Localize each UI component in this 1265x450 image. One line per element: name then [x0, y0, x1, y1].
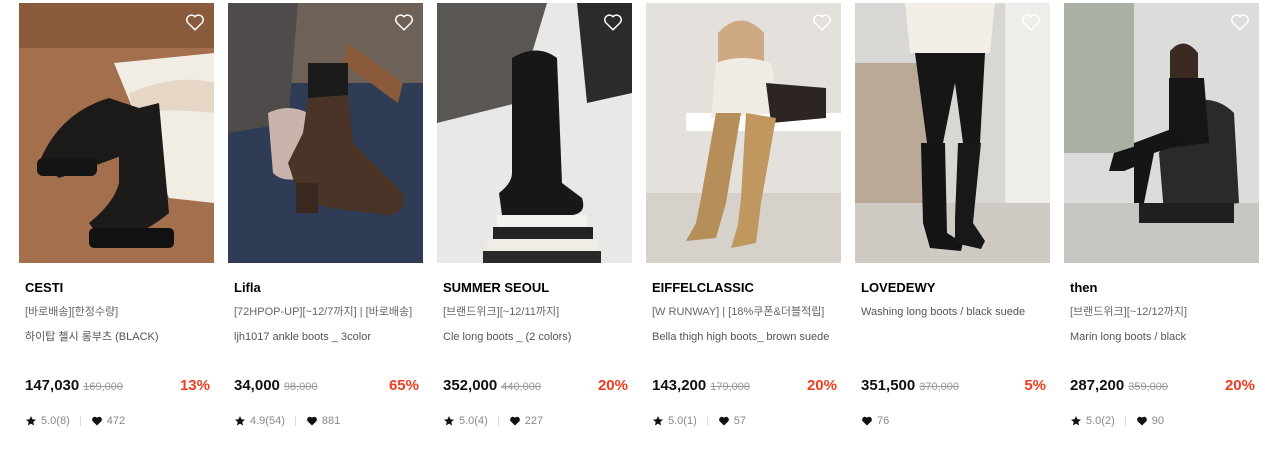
original-price: 370,000 — [919, 381, 959, 393]
heart-filled-icon — [862, 416, 872, 426]
discount-rate: 20% — [806, 377, 837, 394]
heart-filled-icon — [1136, 416, 1147, 426]
product-photo — [437, 3, 632, 263]
product-card[interactable]: then [브랜드위크][~12/12까지] Marin long boots … — [1064, 3, 1259, 427]
product-photo — [19, 3, 214, 263]
rating-text: 5.0(2) — [1086, 415, 1115, 427]
price-row: 34,000 98,000 65% — [234, 377, 419, 397]
brand-name[interactable]: then — [1064, 280, 1259, 296]
wishlist-heart-icon[interactable] — [1229, 11, 1251, 33]
original-price: 169,000 — [83, 381, 123, 393]
wishlist-heart-icon[interactable] — [811, 11, 833, 33]
discount-rate: 20% — [597, 377, 628, 394]
wishlist-heart-icon[interactable] — [393, 11, 415, 33]
discount-rate: 20% — [1224, 377, 1255, 394]
sale-price: 34,000 — [234, 377, 280, 394]
product-card[interactable]: CESTI [바로배송][한정수량] 하이탑 첼시 롱부츠 (BLACK) 14… — [19, 3, 214, 427]
meta-divider — [497, 416, 499, 426]
review-meta: 5.0(1) 57 — [652, 413, 746, 429]
original-price: 179,000 — [710, 381, 750, 393]
heart-filled-icon — [718, 416, 729, 426]
meta-divider — [1124, 416, 1126, 426]
rating-text: 5.0(8) — [41, 415, 70, 427]
product-photo — [855, 3, 1050, 263]
brand-name[interactable]: LOVEDEWY — [855, 280, 1050, 296]
wishlist-heart-icon[interactable] — [602, 11, 624, 33]
product-name[interactable]: Bella thigh high boots_ brown suede — [646, 330, 841, 360]
like-count: 472 — [106, 415, 126, 427]
sale-price: 351,500 — [861, 377, 916, 394]
product-image[interactable] — [19, 3, 214, 263]
product-photo — [1064, 3, 1259, 263]
price-row: 351,500 370,000 5% — [861, 377, 1046, 397]
star-icon — [26, 416, 36, 426]
rating-text: 5.0(1) — [668, 415, 697, 427]
price-row: 287,200 359,000 20% — [1070, 377, 1255, 397]
like-count: 227 — [524, 415, 544, 427]
promo-tag: [바로배송][한정수량] — [25, 306, 119, 318]
meta-divider — [706, 416, 708, 426]
heart-filled-icon — [509, 416, 520, 426]
sale-price: 287,200 — [1070, 377, 1125, 394]
heart-filled-icon — [91, 416, 102, 426]
product-card[interactable]: EIFFELCLASSIC [W RUNWAY] | [18%쿠폰&더블적립] … — [646, 3, 841, 427]
sale-price: 143,200 — [652, 377, 707, 394]
product-name[interactable]: 하이탑 첼시 롱부츠 (BLACK) — [19, 330, 214, 360]
star-icon — [444, 416, 454, 426]
product-image[interactable] — [646, 3, 841, 263]
wishlist-heart-icon[interactable] — [1020, 11, 1042, 33]
price-row: 143,200 179,000 20% — [652, 377, 837, 397]
product-card[interactable]: Lifla [72HPOP-UP][~12/7까지] | [바로배송] ljh1… — [228, 3, 423, 427]
star-icon — [235, 416, 245, 426]
review-meta: 76 — [861, 413, 889, 429]
price-row: 352,000 440,000 20% — [443, 377, 628, 397]
discount-rate: 65% — [388, 377, 419, 394]
sale-price: 352,000 — [443, 377, 498, 394]
price-row: 147,030 169,000 13% — [25, 377, 210, 397]
like-count: 90 — [1151, 415, 1164, 427]
product-image[interactable] — [437, 3, 632, 263]
like-count: 881 — [321, 415, 341, 427]
product-name[interactable]: Cle long boots _ (2 colors) — [437, 330, 632, 360]
heart-filled-icon — [306, 416, 317, 426]
sale-price: 147,030 — [25, 377, 80, 394]
discount-rate: 5% — [1024, 377, 1046, 394]
star-icon — [1071, 416, 1081, 426]
product-name[interactable]: Marin long boots / black — [1064, 330, 1259, 360]
product-image[interactable] — [855, 3, 1050, 263]
product-photo — [228, 3, 423, 263]
promo-tag: [브랜드위크][~12/12까지] — [1070, 306, 1188, 318]
brand-name[interactable]: SUMMER SEOUL — [437, 280, 632, 296]
product-name[interactable]: ljh1017 ankle boots _ 3color — [228, 330, 423, 360]
original-price: 98,000 — [283, 381, 318, 393]
original-price: 359,000 — [1128, 381, 1168, 393]
product-image[interactable] — [1064, 3, 1259, 263]
review-meta: 5.0(4) 227 — [443, 413, 543, 429]
product-grid: CESTI [바로배송][한정수량] 하이탑 첼시 롱부츠 (BLACK) 14… — [19, 3, 1259, 427]
original-price: 440,000 — [501, 381, 541, 393]
star-icon — [653, 416, 663, 426]
promo-tag: [W RUNWAY] | [18%쿠폰&더블적립] — [652, 306, 825, 318]
wishlist-heart-icon[interactable] — [184, 11, 206, 33]
product-image[interactable] — [228, 3, 423, 263]
product-name[interactable]: Washing long boots / black suede — [855, 305, 1050, 335]
review-meta: 5.0(8) 472 — [25, 413, 125, 429]
promo-tag: [브랜드위크][~12/11까지] — [443, 306, 560, 318]
review-meta: 5.0(2) 90 — [1070, 413, 1164, 429]
promo-tag: [72HPOP-UP][~12/7까지] | [바로배송] — [234, 306, 413, 318]
rating-text: 5.0(4) — [459, 415, 488, 427]
review-meta: 4.9(54) 881 — [234, 413, 340, 429]
brand-name[interactable]: EIFFELCLASSIC — [646, 280, 841, 296]
meta-divider — [79, 416, 81, 426]
product-photo — [646, 3, 841, 263]
product-card[interactable]: LOVEDEWY Washing long boots / black sued… — [855, 3, 1050, 427]
rating-text: 4.9(54) — [250, 415, 285, 427]
discount-rate: 13% — [179, 377, 210, 394]
like-count: 76 — [877, 415, 890, 427]
brand-name[interactable]: Lifla — [228, 280, 423, 296]
product-card[interactable]: SUMMER SEOUL [브랜드위크][~12/11까지] Cle long … — [437, 3, 632, 427]
brand-name[interactable]: CESTI — [19, 280, 214, 296]
meta-divider — [294, 416, 296, 426]
like-count: 57 — [733, 415, 746, 427]
